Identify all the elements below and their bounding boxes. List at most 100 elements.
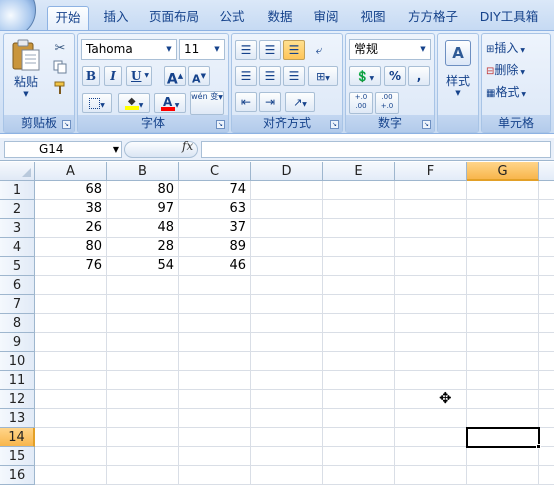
font-name-arrow-icon[interactable]: ▼ [164,40,174,59]
align-middle-button[interactable]: ☰ [259,40,281,60]
cell-b15[interactable] [107,447,179,466]
cell-h13[interactable] [539,409,554,428]
cell-f5[interactable] [395,257,467,276]
cell-g16[interactable] [467,466,539,485]
row-header-1[interactable]: 1 [0,181,35,200]
formula-input[interactable] [201,141,551,158]
cell-g12[interactable] [467,390,539,409]
delete-cells-button[interactable]: ⊟删除 ▼ [485,60,549,80]
cell-f15[interactable] [395,447,467,466]
cell-a6[interactable] [35,276,107,295]
cell-g4[interactable] [467,238,539,257]
font-name-combo[interactable]: Tahoma ▼ [81,39,177,60]
font-color-button[interactable]: A ▼ [154,93,186,113]
row-header-11[interactable]: 11 [0,371,35,390]
active-cell[interactable] [466,427,540,448]
column-header-c[interactable]: C [179,162,251,181]
cell-f8[interactable] [395,314,467,333]
fill-color-button[interactable]: ◆ ▼ [118,93,150,113]
phonetic-arrow-icon[interactable]: ▼ [218,94,223,101]
merge-center-button[interactable]: ⊞▼ [308,66,338,86]
cell-a8[interactable] [35,314,107,333]
row-header-13[interactable]: 13 [0,409,35,428]
cell-h7[interactable] [539,295,554,314]
cell-c13[interactable] [179,409,251,428]
cell-h3[interactable] [539,219,554,238]
cell-c15[interactable] [179,447,251,466]
number-format-arrow-icon[interactable]: ▼ [418,40,428,59]
borders-arrow-icon[interactable]: ▼ [100,102,105,109]
cell-a5[interactable]: 76 [35,257,107,276]
format-cells-arrow-icon[interactable]: ▼ [519,91,526,98]
cell-g1[interactable] [467,181,539,200]
cell-b12[interactable] [107,390,179,409]
increase-indent-button[interactable]: ⇥ [259,92,281,112]
percent-button[interactable]: % [384,66,406,86]
cell-a3[interactable]: 26 [35,219,107,238]
cell-b14[interactable] [107,428,179,447]
row-header-10[interactable]: 10 [0,352,35,371]
worksheet-grid[interactable]: ABCDEFG 1 2 3 4 5 6 7 8 9 10 11 12 13 14 15 16 68 80 74 38… [0,162,554,494]
cell-e6[interactable] [323,276,395,295]
cell-e13[interactable] [323,409,395,428]
cell-f6[interactable] [395,276,467,295]
row-header-14[interactable]: 14 [0,428,35,447]
cell-f14[interactable] [395,428,467,447]
cell-a2[interactable]: 38 [35,200,107,219]
insert-function-button[interactable]: fx [182,139,193,153]
cell-g11[interactable] [467,371,539,390]
cell-g3[interactable] [467,219,539,238]
fill-handle[interactable] [536,444,541,449]
column-header-e[interactable]: E [323,162,395,181]
cell-d1[interactable] [251,181,323,200]
cell-a11[interactable] [35,371,107,390]
cell-g6[interactable] [467,276,539,295]
row-header-8[interactable]: 8 [0,314,35,333]
cell-d14[interactable] [251,428,323,447]
cell-b7[interactable] [107,295,179,314]
tab-page-layout[interactable]: 页面布局 [144,6,204,30]
cell-d5[interactable] [251,257,323,276]
column-header-d[interactable]: D [251,162,323,181]
shrink-font-button[interactable]: A▼ [188,66,210,86]
cell-b2[interactable]: 97 [107,200,179,219]
number-dialog-launcher[interactable]: ↘ [422,120,431,129]
cell-h5[interactable] [539,257,554,276]
insert-cells-button[interactable]: ⊞插入 ▼ [485,38,549,58]
row-header-4[interactable]: 4 [0,238,35,257]
cut-button[interactable]: ✂ [50,38,70,56]
cell-d7[interactable] [251,295,323,314]
align-center-button[interactable]: ☰ [259,66,281,86]
font-dialog-launcher[interactable]: ↘ [216,120,225,129]
cell-a14[interactable] [35,428,107,447]
cell-f4[interactable] [395,238,467,257]
cell-b9[interactable] [107,333,179,352]
cell-c8[interactable] [179,314,251,333]
select-all-button[interactable] [0,162,35,181]
cell-f12[interactable] [395,390,467,409]
cell-b8[interactable] [107,314,179,333]
cell-f3[interactable] [395,219,467,238]
copy-button[interactable] [50,59,70,77]
cell-a1[interactable]: 68 [35,181,107,200]
cell-d10[interactable] [251,352,323,371]
cell-c7[interactable] [179,295,251,314]
currency-button[interactable]: 💲▼ [349,66,381,86]
name-box-arrow-icon[interactable]: ▼ [113,142,119,157]
cell-h4[interactable] [539,238,554,257]
cell-b3[interactable]: 48 [107,219,179,238]
currency-arrow-icon[interactable]: ▼ [370,75,375,82]
tab-fangfang[interactable]: 方方格子 [402,6,464,30]
delete-cells-arrow-icon[interactable]: ▼ [518,69,525,76]
cell-d9[interactable] [251,333,323,352]
cell-h15[interactable] [539,447,554,466]
merge-arrow-icon[interactable]: ▼ [325,75,330,82]
font-size-combo[interactable]: 11 ▼ [179,39,225,60]
cell-d11[interactable] [251,371,323,390]
cell-a9[interactable] [35,333,107,352]
cell-h2[interactable] [539,200,554,219]
cell-g15[interactable] [467,447,539,466]
cell-g13[interactable] [467,409,539,428]
underline-arrow-icon[interactable]: ▼ [144,67,149,85]
cell-e5[interactable] [323,257,395,276]
